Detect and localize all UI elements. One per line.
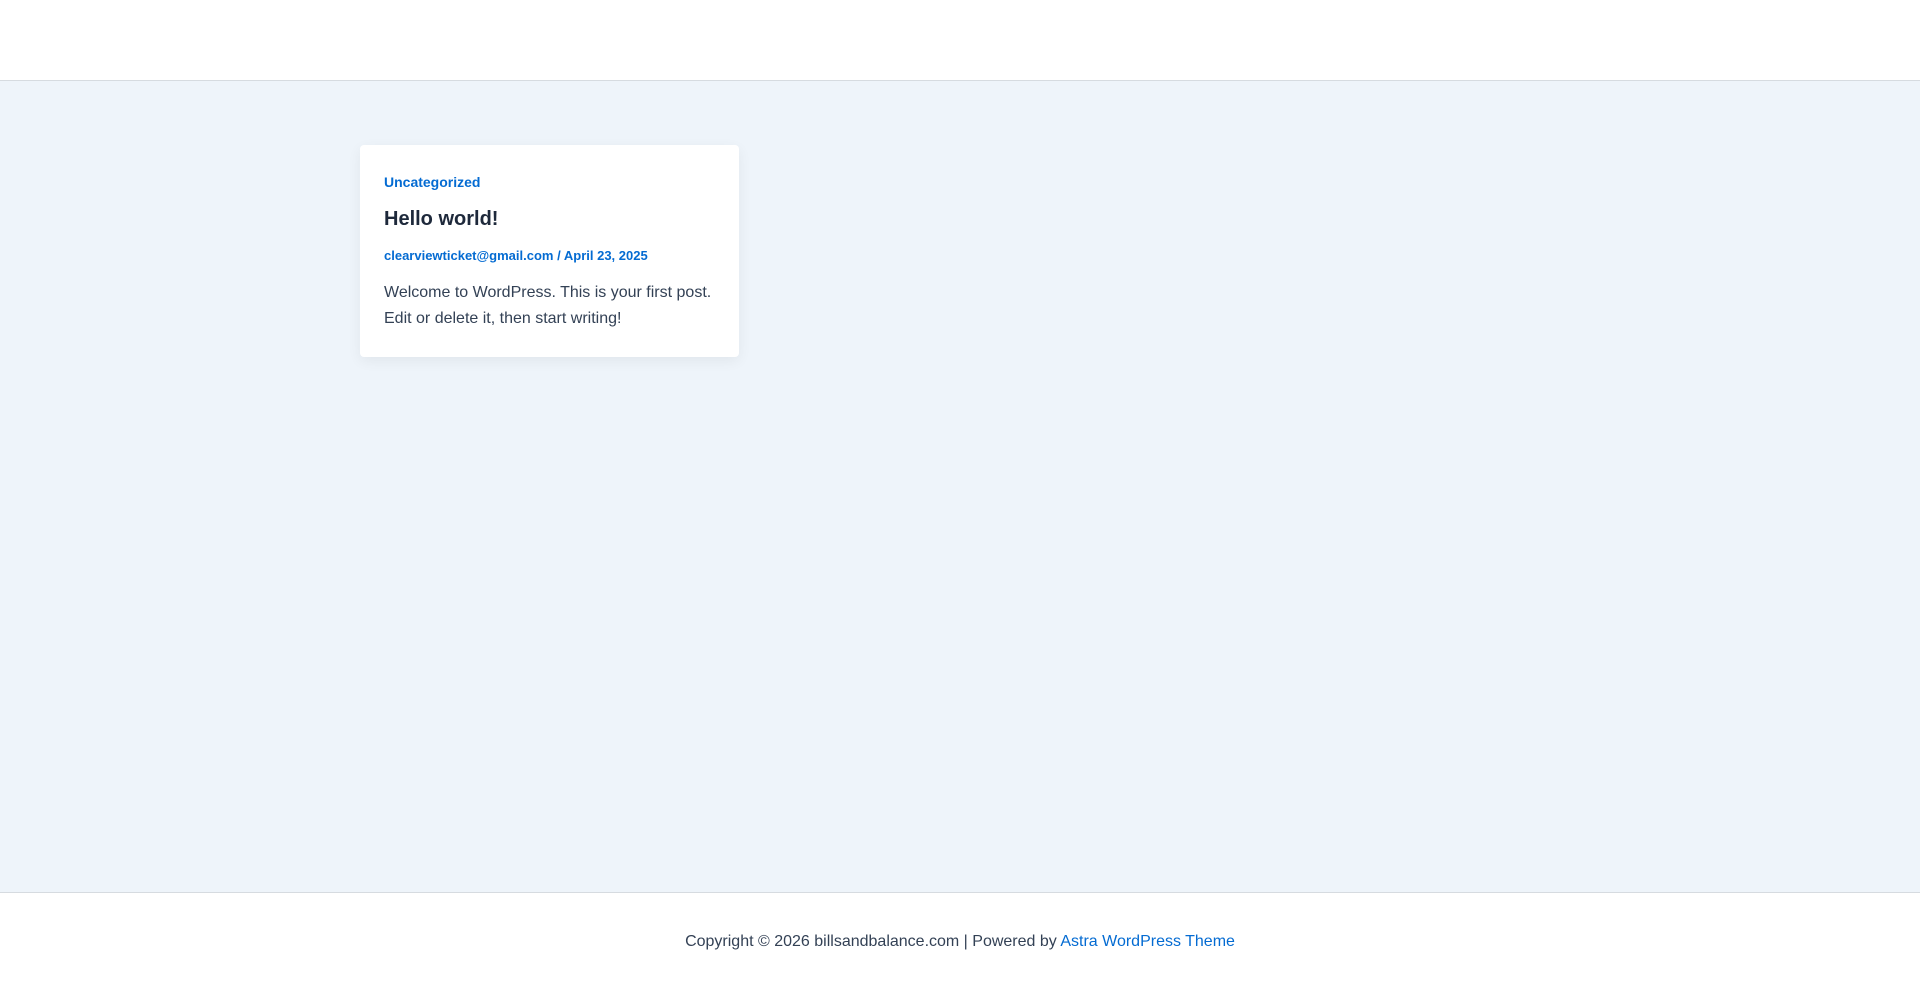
post-author-link[interactable]: clearviewticket@gmail.com: [384, 248, 553, 263]
post-category-link[interactable]: Uncategorized: [384, 174, 480, 190]
footer-theme-link[interactable]: Astra WordPress Theme: [1060, 933, 1235, 950]
site-header: [0, 0, 1920, 81]
post-date-link[interactable]: April 23, 2025: [564, 248, 648, 263]
footer-text: Copyright © 2026 billsandbalance.com | P…: [0, 933, 1920, 951]
post-title[interactable]: Hello world!: [384, 208, 498, 231]
post-meta: clearviewticket@gmail.com / April 23, 20…: [384, 248, 648, 263]
post-card: Uncategorized Hello world! clearviewtick…: [360, 145, 739, 357]
post-meta-separator: /: [557, 248, 561, 263]
site-content: Uncategorized Hello world! clearviewtick…: [0, 81, 1920, 892]
footer-copyright: Copyright © 2026 billsandbalance.com | P…: [685, 933, 1057, 950]
post-excerpt: Welcome to WordPress. This is your first…: [384, 284, 712, 327]
site-footer: Copyright © 2026 billsandbalance.com | P…: [0, 892, 1920, 993]
